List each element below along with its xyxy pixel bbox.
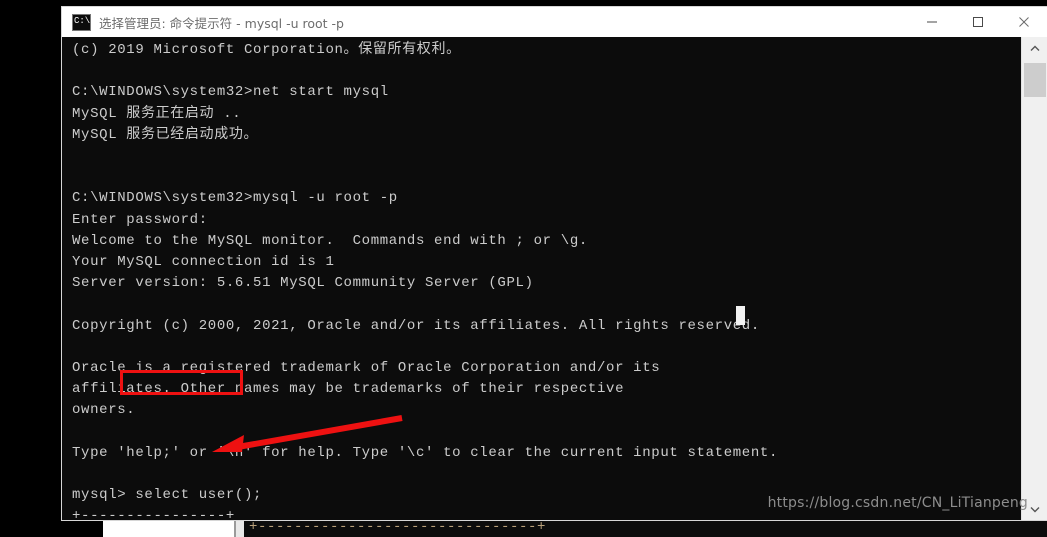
- terminal-text: (c) 2019 Microsoft Corporation。保留所有权利。 C…: [72, 42, 779, 520]
- close-icon: [1019, 17, 1029, 27]
- vertical-scrollbar[interactable]: [1021, 37, 1047, 520]
- terminal-cursor: [736, 306, 745, 325]
- command-prompt-window: 选择管理员: 命令提示符 - mysql -u root -p (c: [62, 7, 1047, 520]
- minimize-icon: [927, 21, 937, 23]
- background-window-panel-secondary: [236, 520, 244, 537]
- terminal-output-area[interactable]: (c) 2019 Microsoft Corporation。保留所有权利。 C…: [62, 37, 1021, 520]
- close-button[interactable]: [1001, 7, 1047, 37]
- background-terminal-window: +-------------------------------+ | 名称 |…: [244, 518, 1047, 537]
- chevron-up-icon: [1030, 45, 1040, 51]
- window-controls: [909, 7, 1047, 37]
- watermark-text: https://blog.csdn.net/CN_LiTianpeng: [767, 495, 1028, 511]
- background-terminal-line-1: +-------------------------------+: [249, 519, 547, 535]
- background-window-panel: [103, 520, 234, 537]
- minimize-button[interactable]: [909, 7, 955, 37]
- window-title: 选择管理员: 命令提示符 - mysql -u root -p: [99, 15, 344, 31]
- window-titlebar[interactable]: 选择管理员: 命令提示符 - mysql -u root -p: [62, 7, 1047, 37]
- scrollbar-thumb[interactable]: [1024, 63, 1046, 97]
- scrollbar-up-button[interactable]: [1022, 37, 1047, 59]
- maximize-icon: [973, 17, 983, 27]
- maximize-button[interactable]: [955, 7, 1001, 37]
- chevron-down-icon: [1030, 506, 1040, 512]
- console-icon: [72, 13, 91, 31]
